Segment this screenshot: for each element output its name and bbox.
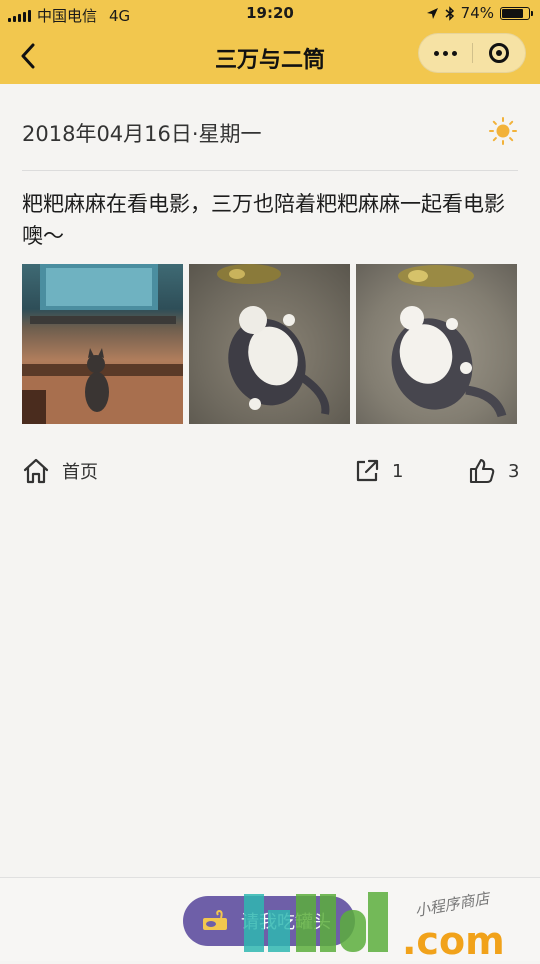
post-header: 2018年04月16日·星期一 bbox=[22, 117, 518, 152]
bottom-bar: 请我吃罐头 bbox=[0, 877, 540, 961]
home-button[interactable]: 首页 bbox=[22, 454, 98, 488]
more-button[interactable] bbox=[419, 33, 472, 73]
share-button[interactable]: 1 bbox=[354, 454, 403, 488]
home-label: 首页 bbox=[62, 462, 98, 483]
home-icon bbox=[23, 458, 49, 484]
more-dots-icon bbox=[433, 50, 457, 56]
thumbs-up-icon bbox=[469, 458, 495, 484]
photo-cat-with-fish-toy[interactable] bbox=[356, 264, 517, 424]
status-bar: 中国电信 4G 19:20 74% bbox=[0, 0, 540, 28]
can-icon bbox=[203, 909, 227, 930]
photo-cat-watching-tv[interactable] bbox=[22, 264, 183, 424]
share-count: 1 bbox=[392, 460, 404, 482]
battery-percent: 74% bbox=[460, 4, 494, 22]
like-count: 3 bbox=[508, 460, 520, 482]
nav-bar: 三万与二筒 bbox=[0, 28, 540, 84]
header-divider bbox=[22, 170, 518, 171]
sun-icon bbox=[489, 117, 517, 145]
photo-grid bbox=[22, 264, 518, 424]
photo-cat-with-fish-toy[interactable] bbox=[189, 264, 350, 424]
target-circle-icon bbox=[488, 43, 509, 63]
treat-label: 请我吃罐头 bbox=[241, 912, 331, 933]
location-arrow-icon bbox=[426, 7, 438, 19]
bluetooth-icon bbox=[445, 5, 454, 21]
close-miniprogram-button[interactable] bbox=[472, 33, 525, 73]
post-date: 2018年04月16日·星期一 bbox=[22, 122, 262, 146]
share-icon bbox=[356, 459, 379, 482]
like-button[interactable]: 3 bbox=[468, 454, 519, 488]
status-right: 74% bbox=[426, 4, 533, 22]
battery-icon bbox=[500, 6, 533, 20]
post-text: 粑粑麻麻在看电影，三万也陪着粑粑麻麻一起看电影噢～ bbox=[22, 192, 505, 248]
treat-button[interactable]: 请我吃罐头 bbox=[183, 896, 355, 946]
mini-program-capsule bbox=[418, 33, 526, 73]
post-actions: 首页 1 3 bbox=[22, 454, 519, 488]
